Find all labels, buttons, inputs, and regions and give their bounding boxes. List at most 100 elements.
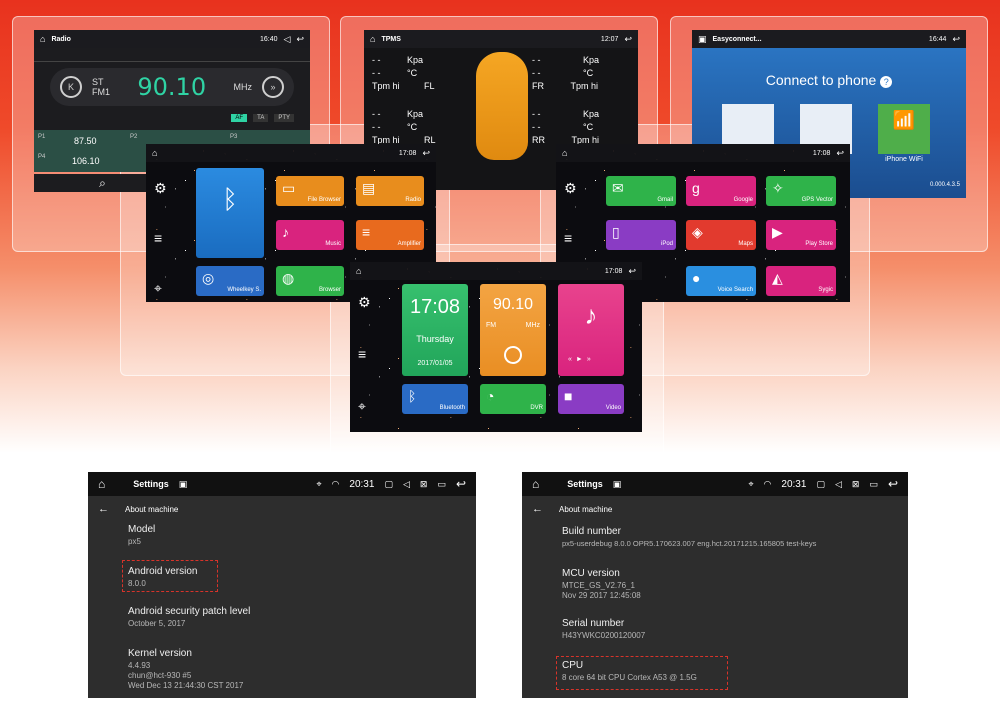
play-icon[interactable]: ► [576, 356, 583, 363]
radio-band: FM1 [92, 87, 110, 97]
easyconnect-status-bar: ▣ Easyconnect... 16:44 ↩ [692, 30, 966, 48]
location-icon[interactable]: ⌖ [154, 280, 162, 297]
radio-frequency: 90.10 [137, 73, 207, 101]
preset-4[interactable]: 106.10 [72, 156, 100, 166]
build-number-item[interactable]: Build number px5-userdebug 8.0.0 OPR5.17… [562, 526, 816, 549]
security-patch-key: Android security patch level [128, 606, 251, 617]
easyconnect-title: Easyconnect... [712, 35, 762, 43]
tile-maps-label: Maps [738, 241, 753, 247]
fl-pressure: - - [372, 55, 381, 65]
camera-icon[interactable]: ▢ [816, 479, 825, 490]
tile-wheelkey[interactable]: ◎ Wheelkey S. [196, 266, 264, 296]
ta-button[interactable]: TA [253, 114, 269, 122]
volume-icon[interactable]: ◁ [835, 479, 842, 490]
pty-button[interactable]: PTY [274, 114, 294, 122]
preset-2-label: P2 [130, 134, 138, 140]
tile-gps-vector[interactable]: ✧ GPS Vector [766, 176, 836, 206]
radio-title: Radio [51, 35, 71, 43]
home-icon[interactable]: ⌂ [532, 477, 539, 491]
tile-sygic[interactable]: ◭ Sygic [766, 266, 836, 296]
tpms-rl-block: - - Kpa - - °C Tpm hi RL [372, 108, 436, 147]
tile-bluetooth[interactable]: ᛒ Bluetooth [402, 384, 468, 414]
back-icon[interactable]: ↩ [296, 34, 304, 44]
iphone-wifi-label: iPhone WiFi [885, 156, 923, 163]
back-icon[interactable]: ↩ [628, 266, 636, 276]
volume-icon[interactable]: ◁ [284, 34, 291, 44]
model-item[interactable]: Model px5 [128, 524, 155, 547]
home-icon[interactable]: ⌂ [40, 34, 45, 44]
tile-radio[interactable]: ▤ Radio [356, 176, 424, 206]
back-icon[interactable]: ↩ [422, 148, 430, 158]
window-icon[interactable]: ▭ [437, 479, 446, 490]
back-icon[interactable]: ↩ [888, 477, 898, 491]
next-icon[interactable]: » [587, 356, 591, 363]
kernel-version-item[interactable]: Kernel version 4.4.93 chun@hct-930 #5 We… [128, 648, 243, 691]
mcu-version-item[interactable]: MCU version MTCE_GS_V2.76_1 Nov 29 2017 … [562, 568, 641, 601]
tile-browser[interactable]: ◍ Browser [276, 266, 344, 296]
settings-icon[interactable]: ⚙ [154, 180, 167, 197]
security-patch-item[interactable]: Android security patch level October 5, … [128, 606, 250, 629]
tile-amplifier[interactable]: ≡ Amplifier [356, 220, 424, 250]
tile-dvr[interactable]: ◔ DVR [480, 384, 546, 414]
radio-widget[interactable]: 90.10 FM MHz [480, 284, 546, 376]
back-icon[interactable]: ↩ [624, 34, 632, 44]
tile-file-browser[interactable]: ▭ File Browser [276, 176, 344, 206]
back-icon[interactable]: ↩ [952, 34, 960, 44]
home-center-screen: ⌂ 17:08 ↩ ⚙ ≡ ⌖ 17:08 Thursday 2017/01/0… [350, 262, 642, 432]
fr-temp-unit: °C [583, 68, 594, 78]
home-icon[interactable]: ⌂ [152, 148, 157, 158]
tile-dvr-label: DVR [530, 405, 543, 411]
music-widget[interactable]: ♪ « ► » [558, 284, 624, 376]
af-button[interactable]: AF [231, 114, 248, 122]
settings-right-topbar: ⌂ Settings ▣ ⌖ ◠ 20:31 ▢ ◁ ⊠ ▭ ↩ [522, 472, 908, 496]
help-icon[interactable]: ? [880, 76, 893, 88]
iphone-wifi-tile[interactable]: 📶 [878, 104, 930, 154]
seek-back-button[interactable]: K [60, 76, 82, 98]
back-icon[interactable]: ↩ [456, 477, 466, 491]
tpms-rr-block: - - Kpa - - °C RR Tpm hi [532, 108, 599, 147]
close-icon[interactable]: ⊠ [420, 479, 428, 490]
previous-icon[interactable]: « [568, 356, 572, 363]
tile-voice-search[interactable]: ● Voice Search [686, 266, 756, 296]
camera-icon[interactable]: ▢ [384, 479, 393, 490]
home-icon[interactable]: ⌂ [356, 266, 361, 276]
bluetooth-widget[interactable]: ᛒ [196, 168, 264, 258]
rr-temp-unit: °C [583, 122, 594, 132]
apps-left-time: 17:08 [398, 149, 417, 157]
home-icon[interactable]: ⌂ [562, 148, 567, 158]
back-arrow-icon[interactable]: ← [98, 503, 109, 515]
tile-ipod[interactable]: ▯ iPod [606, 220, 676, 250]
tile-video[interactable]: ■ Video [558, 384, 624, 414]
equalizer-icon[interactable]: ≡ [358, 346, 366, 362]
equalizer-icon[interactable]: ≡ [154, 230, 162, 246]
search-icon[interactable]: ⌕ [99, 176, 106, 191]
tile-music[interactable]: ♪ Music [276, 220, 344, 250]
back-icon[interactable]: ↩ [836, 148, 844, 158]
serial-number-item[interactable]: Serial number H43YWKC0200120007 [562, 618, 645, 641]
seek-forward-button[interactable]: » [262, 76, 284, 98]
settings-left-subbar: ← About machine [88, 496, 476, 522]
volume-icon[interactable]: ◁ [403, 479, 410, 490]
clock-widget[interactable]: 17:08 Thursday 2017/01/05 [402, 284, 468, 376]
model-key: Model [128, 524, 156, 535]
tile-maps[interactable]: ◈ Maps [686, 220, 756, 250]
home-icon[interactable]: ⌂ [370, 34, 375, 44]
fl-unit: Kpa [407, 55, 424, 65]
settings-icon[interactable]: ⚙ [358, 294, 371, 311]
tile-music-label: Music [325, 241, 341, 247]
home-icon[interactable]: ⌂ [98, 477, 105, 491]
tile-sygic-label: Sygic [818, 287, 833, 293]
fl-label: FL [424, 81, 435, 91]
preset-1[interactable]: 87.50 [74, 136, 97, 146]
window-icon[interactable]: ▭ [869, 479, 878, 490]
power-icon[interactable] [504, 346, 522, 364]
back-arrow-icon[interactable]: ← [532, 503, 543, 515]
tile-gmail[interactable]: ✉ Gmail [606, 176, 676, 206]
tuning-scale[interactable] [34, 52, 310, 62]
tile-play-store[interactable]: ▶ Play Store [766, 220, 836, 250]
close-icon[interactable]: ⊠ [852, 479, 860, 490]
location-icon[interactable]: ⌖ [358, 398, 366, 415]
equalizer-icon[interactable]: ≡ [564, 230, 572, 246]
tile-google[interactable]: g Google [686, 176, 756, 206]
settings-icon[interactable]: ⚙ [564, 180, 577, 197]
